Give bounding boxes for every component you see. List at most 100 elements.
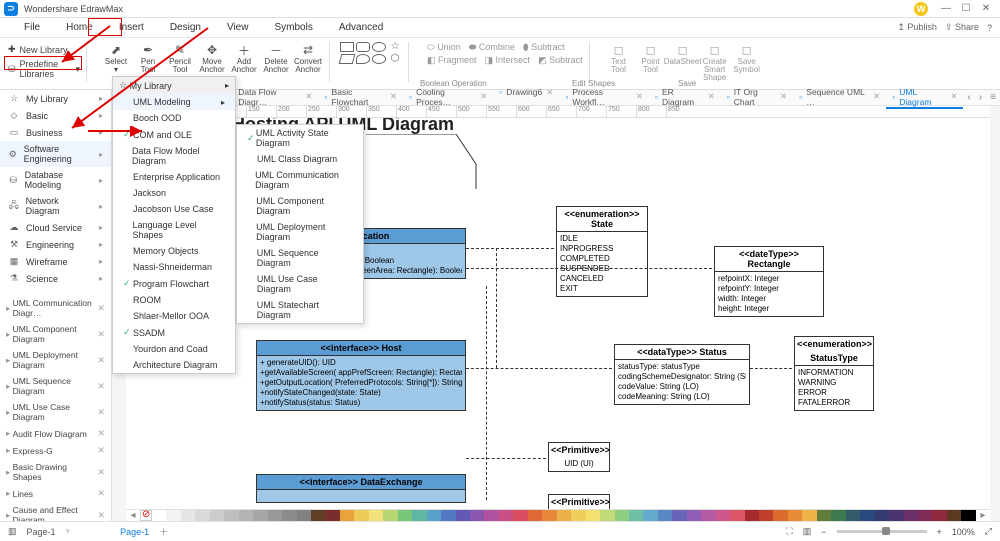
tab-drawing6[interactable]: ▫Drawing6✕ (493, 87, 559, 98)
color-swatch[interactable] (456, 510, 470, 521)
flyout1-com-and-ole[interactable]: ✓COM and OLE (113, 126, 235, 143)
flyout1-architecture-diagram[interactable]: Architecture Diagram (113, 357, 235, 373)
panel-basic-drawing-shapes[interactable]: ▸ Basic Drawing Shapes✕ (0, 459, 111, 485)
flyout1-yourdon-and-coad[interactable]: Yourdon and Coad (113, 341, 235, 357)
sidecat-wireframe[interactable]: ▦Wireframe▸ (0, 253, 111, 270)
color-swatch[interactable] (571, 510, 585, 521)
flyout1-program-flowchart[interactable]: ✓Program Flowchart (113, 275, 235, 292)
fullscreen-icon[interactable]: ⤢ (985, 526, 992, 537)
flyout1-jackson[interactable]: Jackson (113, 185, 235, 201)
sidecat-cloud-service[interactable]: ☁Cloud Service▸ (0, 219, 111, 236)
flyout1-shlaer-mellor-ooa[interactable]: Shlaer-Mellor OOA (113, 308, 235, 324)
sidecat-basic[interactable]: ◇Basic▸ (0, 107, 111, 124)
panel-audit-flow-diagram[interactable]: ▸ Audit Flow Diagram✕ (0, 425, 111, 442)
page-indicator-icon[interactable]: ▥ (8, 526, 17, 537)
predefine-libraries-button[interactable]: ⛁ Predefine Libraries ▾ (8, 57, 80, 81)
tool-pencil[interactable]: ✎PencilTool (165, 42, 195, 74)
color-swatch[interactable] (961, 510, 975, 521)
color-swatch[interactable] (325, 510, 339, 521)
color-swatch[interactable] (672, 510, 686, 521)
tab-uml-diagram[interactable]: ▫UML Diagram✕ (886, 87, 963, 109)
color-swatch[interactable] (831, 510, 845, 521)
color-swatch[interactable] (383, 510, 397, 521)
sidecat-business[interactable]: ▭Business▸ (0, 124, 111, 141)
color-swatch[interactable] (788, 510, 802, 521)
flyout1-jacobson-use-case[interactable]: Jacobson Use Case (113, 201, 235, 217)
panel-uml-use-case-diagram[interactable]: ▸ UML Use Case Diagram✕ (0, 399, 111, 425)
sidecat-software-engineering[interactable]: ⚙Software Engineering▸ (0, 141, 111, 167)
color-swatch[interactable] (224, 510, 238, 521)
color-swatch[interactable] (513, 510, 527, 521)
color-swatch[interactable] (152, 510, 166, 521)
tab-scroll-left[interactable]: ‹ (963, 92, 974, 103)
help-icon[interactable]: ? (987, 23, 992, 33)
sidecat-engineering[interactable]: ⚒Engineering▸ (0, 236, 111, 253)
sidecat-my-library[interactable]: ☆My Library▸ (0, 90, 111, 107)
tool-point-tool[interactable]: ◻PointTool (636, 42, 666, 82)
tool-save-symbol[interactable]: ◻SaveSymbol (732, 42, 762, 82)
flyout1-memory-objects[interactable]: Memory Objects (113, 243, 235, 259)
shape-preset-grid[interactable]: ☆ ⬡ (340, 42, 402, 64)
tab-scroll-right[interactable]: › (975, 92, 986, 103)
color-swatch[interactable] (253, 510, 267, 521)
color-swatch[interactable] (773, 510, 787, 521)
color-swatch[interactable] (875, 510, 889, 521)
color-swatch[interactable] (470, 510, 484, 521)
page-name[interactable]: Page-1 (27, 527, 56, 537)
color-scroll-right[interactable]: ▸ (976, 510, 990, 521)
panel-uml-communication-diagr-[interactable]: ▸ UML Communication Diagr…✕ (0, 295, 111, 321)
color-swatch[interactable] (615, 510, 629, 521)
window-close[interactable]: ✕ (976, 3, 996, 14)
tab-basic-flowchart[interactable]: ▫Basic Flowchart✕ (319, 87, 404, 107)
flyout1-uml-modeling[interactable]: UML Modeling▸ (113, 94, 235, 110)
sidecat-science[interactable]: ⚗Science▸ (0, 270, 111, 287)
color-swatch[interactable] (629, 510, 643, 521)
sidecat-network-diagram[interactable]: 🖧Network Diagram▸ (0, 193, 111, 219)
color-swatch[interactable] (412, 510, 426, 521)
color-swatch[interactable] (369, 510, 383, 521)
page-tab[interactable]: Page-1 (120, 527, 149, 537)
tool-pen[interactable]: ✒PenTool (133, 42, 163, 74)
menu-insert[interactable]: Insert (115, 20, 148, 35)
flyout2-uml-component-diagram[interactable]: UML Component Diagram (237, 193, 363, 219)
flyout2-uml-use-case-diagram[interactable]: UML Use Case Diagram (237, 271, 363, 297)
menu-file[interactable]: File (20, 20, 44, 35)
color-swatch[interactable] (484, 510, 498, 521)
layout-icon[interactable]: ▥ (803, 526, 812, 537)
color-swatch[interactable] (166, 510, 180, 521)
color-swatch[interactable] (846, 510, 860, 521)
color-swatch[interactable] (817, 510, 831, 521)
user-avatar[interactable]: W (914, 2, 928, 16)
window-maximize[interactable]: ☐ (956, 3, 976, 14)
color-scroll-left[interactable]: ◂ (126, 510, 140, 521)
color-swatch[interactable] (918, 510, 932, 521)
tool-text-tool[interactable]: ◻TextTool (604, 42, 634, 82)
flyout1-booch-ood[interactable]: Booch OOD (113, 110, 235, 126)
color-swatch[interactable] (904, 510, 918, 521)
tab-er-diagram[interactable]: ▫ER Diagram✕ (649, 87, 721, 107)
tool-create-smart-shape[interactable]: ◻CreateSmart Shape (700, 42, 730, 82)
flyout1-enterprise-application[interactable]: Enterprise Application (113, 169, 235, 185)
color-swatch[interactable] (311, 510, 325, 521)
color-swatch[interactable] (932, 510, 946, 521)
color-swatch[interactable] (354, 510, 368, 521)
color-swatch[interactable] (947, 510, 961, 521)
flyout1-room[interactable]: ROOM (113, 292, 235, 308)
color-swatch[interactable] (268, 510, 282, 521)
color-swatch[interactable] (210, 510, 224, 521)
color-swatch[interactable] (759, 510, 773, 521)
tool-datasheet[interactable]: ◻DataSheet (668, 42, 698, 82)
menu-symbols[interactable]: Symbols (270, 20, 316, 35)
panel-uml-sequence-diagram[interactable]: ▸ UML Sequence Diagram✕ (0, 373, 111, 399)
share-button[interactable]: ⇪ Share (945, 22, 979, 33)
flyout2-uml-class-diagram[interactable]: UML Class Diagram (237, 151, 363, 167)
color-swatch[interactable] (687, 510, 701, 521)
color-swatch[interactable] (889, 510, 903, 521)
color-swatch[interactable] (195, 510, 209, 521)
fit-icon[interactable]: ⛶ (786, 526, 792, 537)
zoom-out[interactable]: − (821, 527, 826, 537)
new-library-button[interactable]: ✚ New Library (8, 42, 80, 57)
color-swatch[interactable] (600, 510, 614, 521)
tab-sequence-uml--[interactable]: ▫Sequence UML …✕ (793, 87, 886, 107)
tab-data-flow-diagr-[interactable]: ▫Data Flow Diagr…✕ (225, 87, 318, 107)
